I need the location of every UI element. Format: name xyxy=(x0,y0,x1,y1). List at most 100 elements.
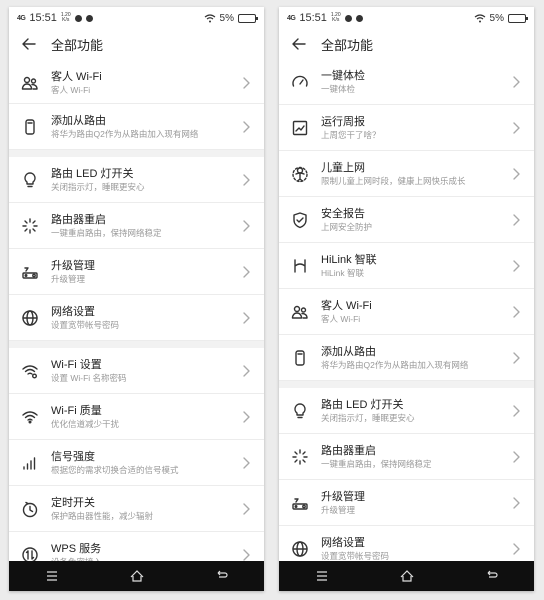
notification-icon xyxy=(355,14,363,22)
page-header: 全部功能 xyxy=(9,29,264,59)
list-item[interactable]: WPS 服务设备免密接入 xyxy=(9,532,264,561)
chevron-right-icon xyxy=(243,219,250,232)
chevron-right-icon xyxy=(243,173,250,186)
battery-percent: 5% xyxy=(219,12,234,24)
item-subtitle: 上网安全防护 xyxy=(321,221,373,232)
list-item[interactable]: 信号强度 根据您的需求切换合适的信号模式 xyxy=(9,440,264,486)
item-subtitle: 客人 Wi-Fi xyxy=(51,85,91,95)
item-title: 客人 Wi-Fi xyxy=(321,299,372,312)
list-item[interactable]: 安全报告 上网安全防护 xyxy=(279,197,534,243)
timer-icon xyxy=(22,501,38,517)
bulb-icon xyxy=(294,402,306,418)
item-subtitle: 客人 Wi-Fi xyxy=(321,313,361,324)
list-item[interactable]: 网络设置 设置宽带帐号密码 xyxy=(279,526,534,561)
item-title: 运行周报 xyxy=(321,115,365,128)
list-item[interactable]: Wi-Fi 设置 设置 Wi-Fi 名称密码 xyxy=(9,348,264,394)
right-phone-screen: 4G 15:51 1.20 K/s 5% 全部功能 一键体检 一键体检 运行周报 上周您… xyxy=(279,7,534,591)
wps-icon xyxy=(22,546,38,561)
status-time: 15:51 xyxy=(299,12,327,24)
chevron-right-icon xyxy=(513,167,520,180)
item-title: 路由器重启 xyxy=(321,444,376,457)
wifi-quality-icon xyxy=(22,410,38,423)
chevron-right-icon xyxy=(513,305,520,318)
section-divider xyxy=(9,150,264,157)
list-item[interactable]: 路由器重启 一键重启路由，保持网络稳定 xyxy=(279,434,534,480)
status-bar: 4G 15:51 1.20 K/s 5% xyxy=(279,7,534,29)
notification-icon xyxy=(344,14,352,22)
signal-label: 4G xyxy=(17,14,26,22)
globe-icon xyxy=(292,540,308,557)
secondary-router-icon xyxy=(25,118,35,135)
list-item[interactable]: 路由 LED 灯开关 关闭指示灯，睡眠更安心 xyxy=(9,157,264,203)
network-speed: 1.20 K/s xyxy=(330,12,341,23)
battery-icon xyxy=(238,13,258,23)
wifi-settings-icon xyxy=(22,364,38,378)
item-subtitle: 一键重启路由，保持网络稳定 xyxy=(321,458,432,469)
list-item[interactable]: Wi-Fi 质量 优化信道减少干扰 xyxy=(9,394,264,440)
list-item[interactable]: 添加从路由 将华为路由Q2作为从路由加入现有网络 xyxy=(279,335,534,381)
notification-icon xyxy=(74,14,82,22)
chevron-right-icon xyxy=(513,542,520,555)
chevron-right-icon xyxy=(513,259,520,272)
wifi-status-icon xyxy=(204,13,215,22)
menu-icon[interactable] xyxy=(315,569,329,583)
chevron-right-icon xyxy=(243,77,250,89)
item-subtitle: 设置宽带帐号密码 xyxy=(321,550,390,561)
network-speed: 1.20 K/s xyxy=(60,12,71,23)
left-phone-screen: 4G 15:51 1.20 K/s 5% 全部功能 客人 Wi-Fi 客人 Wi-F… xyxy=(9,7,264,591)
list-item[interactable]: 升级管理 升级管理 xyxy=(279,480,534,526)
menu-icon[interactable] xyxy=(45,569,59,583)
status-time: 15:51 xyxy=(29,12,57,24)
list-item[interactable]: 定时开关 保护路由器性能，减少辐射 xyxy=(9,486,264,532)
item-subtitle: 优化信道减少干扰 xyxy=(51,418,120,429)
list-item[interactable]: 添加从路由 将华为路由Q2作为从路由加入现有网络 xyxy=(9,104,264,150)
item-subtitle: 一键重启路由，保持网络稳定 xyxy=(51,227,162,238)
upgrade-icon xyxy=(22,266,38,279)
item-title: 安全报告 xyxy=(321,207,365,220)
back-nav-icon[interactable] xyxy=(215,569,229,583)
section-divider xyxy=(9,341,264,348)
list-item[interactable]: 升级管理 升级管理 xyxy=(9,249,264,295)
wifi-status-icon xyxy=(474,13,485,22)
restart-icon xyxy=(22,217,38,234)
back-arrow-icon[interactable] xyxy=(291,36,307,52)
shield-icon xyxy=(293,211,307,228)
item-title: 路由 LED 灯开关 xyxy=(51,167,134,180)
feature-list: 一键体检 一键体检 运行周报 上周您干了啥？ 儿童上网 限制儿童上网时段，健康上网快乐成长… xyxy=(279,59,534,561)
list-item[interactable]: 路由器重启 一键重启路由，保持网络稳定 xyxy=(9,203,264,249)
list-item[interactable]: HiLink 智联 HiLink 智联 xyxy=(279,243,534,289)
globe-icon xyxy=(22,309,38,326)
home-icon[interactable] xyxy=(130,569,144,583)
item-subtitle: 关闭指示灯，睡眠更安心 xyxy=(321,412,415,423)
back-nav-icon[interactable] xyxy=(485,569,499,583)
item-subtitle: 升级管理 xyxy=(51,273,86,284)
back-arrow-icon[interactable] xyxy=(21,36,37,52)
upgrade-icon xyxy=(292,497,308,510)
home-icon[interactable] xyxy=(400,569,414,583)
list-item[interactable]: 运行周报 上周您干了啥？ xyxy=(279,105,534,151)
restart-icon xyxy=(292,448,308,465)
item-title: 升级管理 xyxy=(321,490,365,503)
item-title: 路由器重启 xyxy=(51,213,106,226)
bulb-icon xyxy=(24,171,36,187)
item-subtitle: 将华为路由Q2作为从路由加入现有网络 xyxy=(321,359,469,370)
list-item[interactable]: 客人 Wi-Fi 客人 Wi-Fi xyxy=(9,63,264,104)
item-title: HiLink 智联 xyxy=(321,253,377,266)
list-item[interactable]: 儿童上网 限制儿童上网时段，健康上网快乐成长 xyxy=(279,151,534,197)
item-title: 添加从路由 xyxy=(51,114,106,127)
list-item[interactable]: 网络设置 设置宽带帐号密码 xyxy=(9,295,264,341)
item-title: 信号强度 xyxy=(51,450,95,463)
chevron-right-icon xyxy=(513,496,520,509)
item-subtitle: 关闭指示灯，睡眠更安心 xyxy=(51,181,145,192)
list-item[interactable]: 一键体检 一键体检 xyxy=(279,59,534,105)
battery-icon xyxy=(508,13,528,23)
item-subtitle: 上周您干了啥？ xyxy=(321,129,381,140)
list-item[interactable]: 客人 Wi-Fi 客人 Wi-Fi xyxy=(279,289,534,335)
chevron-right-icon xyxy=(243,364,250,377)
chevron-right-icon xyxy=(243,410,250,423)
item-subtitle: 设置宽带帐号密码 xyxy=(51,319,120,330)
page-title: 全部功能 xyxy=(321,37,374,53)
item-subtitle: 限制儿童上网时段，健康上网快乐成长 xyxy=(321,175,466,186)
list-item[interactable]: 路由 LED 灯开关 关闭指示灯，睡眠更安心 xyxy=(279,388,534,434)
item-subtitle: 保护路由器性能，减少辐射 xyxy=(51,510,154,521)
